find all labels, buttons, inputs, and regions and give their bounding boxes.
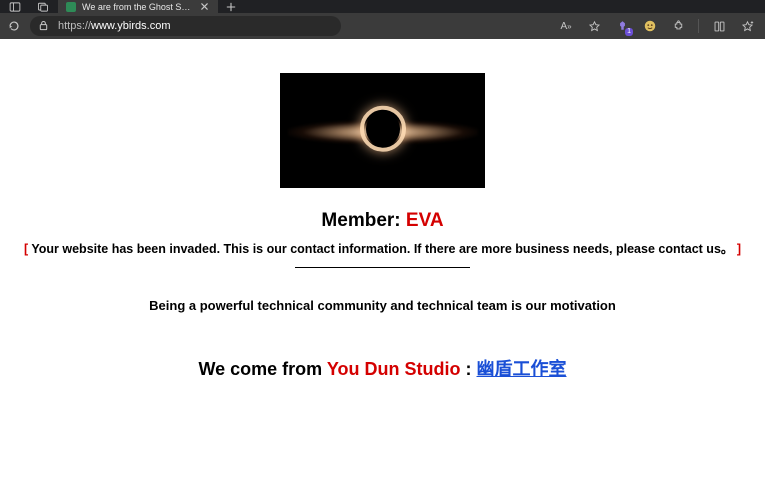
member-label: Member: xyxy=(321,210,405,231)
notice-text: Your website has been invaded. This is o… xyxy=(31,242,733,256)
hero-image-blackhole xyxy=(280,73,485,188)
collections-icon[interactable] xyxy=(711,18,727,34)
lock-icon xyxy=(38,20,50,32)
new-tab-button[interactable] xyxy=(218,0,244,13)
close-icon[interactable] xyxy=(200,2,210,12)
page-content: Member: EVA [ Your website has been inva… xyxy=(0,39,765,500)
address-bar: https://www.ybirds.com A» 1 xyxy=(0,13,765,39)
divider xyxy=(295,267,470,268)
profile-icon[interactable] xyxy=(642,18,658,34)
extensions-badge: 1 xyxy=(625,28,633,36)
motivation-line: Being a powerful technical community and… xyxy=(0,298,765,313)
toolbar-separator xyxy=(698,19,699,33)
panel-left-icon[interactable] xyxy=(8,0,22,14)
favorite-add-icon[interactable] xyxy=(739,18,755,34)
origin-link[interactable]: 幽盾工作室 xyxy=(477,359,567,379)
origin-studio: You Dun Studio xyxy=(327,359,461,379)
tab-favicon xyxy=(66,2,76,12)
origin-prefix: We come from xyxy=(198,359,326,379)
titlebar-leading-icons xyxy=(0,0,58,13)
panel-overlay-icon[interactable] xyxy=(36,0,50,14)
favorite-icon[interactable] xyxy=(586,18,602,34)
refresh-icon[interactable] xyxy=(6,18,22,34)
url-scheme: https:// xyxy=(58,20,91,32)
notice-line: [ Your website has been invaded. This is… xyxy=(0,238,765,257)
tab-title: We are from the Ghost Shield Ca xyxy=(82,2,194,12)
reader-icon[interactable]: A» xyxy=(558,18,574,34)
origin-separator: : xyxy=(461,359,477,379)
url-host: www.ybirds.com xyxy=(91,20,170,32)
extensions-menu-icon[interactable] xyxy=(670,18,686,34)
tab-active[interactable]: We are from the Ghost Shield Ca xyxy=(58,0,218,13)
tab-strip: We are from the Ghost Shield Ca xyxy=(58,0,244,13)
origin-line: We come from You Dun Studio : 幽盾工作室 xyxy=(0,355,765,381)
member-name: EVA xyxy=(406,210,444,231)
titlebar: We are from the Ghost Shield Ca xyxy=(0,0,765,13)
extensions-icon[interactable]: 1 xyxy=(614,18,630,34)
url-text: https://www.ybirds.com xyxy=(58,20,171,32)
toolbar-right: A» 1 xyxy=(558,18,759,34)
url-field[interactable]: https://www.ybirds.com xyxy=(30,16,341,36)
member-line: Member: EVA xyxy=(0,210,765,232)
notice-bracket-close: ] xyxy=(733,242,741,256)
